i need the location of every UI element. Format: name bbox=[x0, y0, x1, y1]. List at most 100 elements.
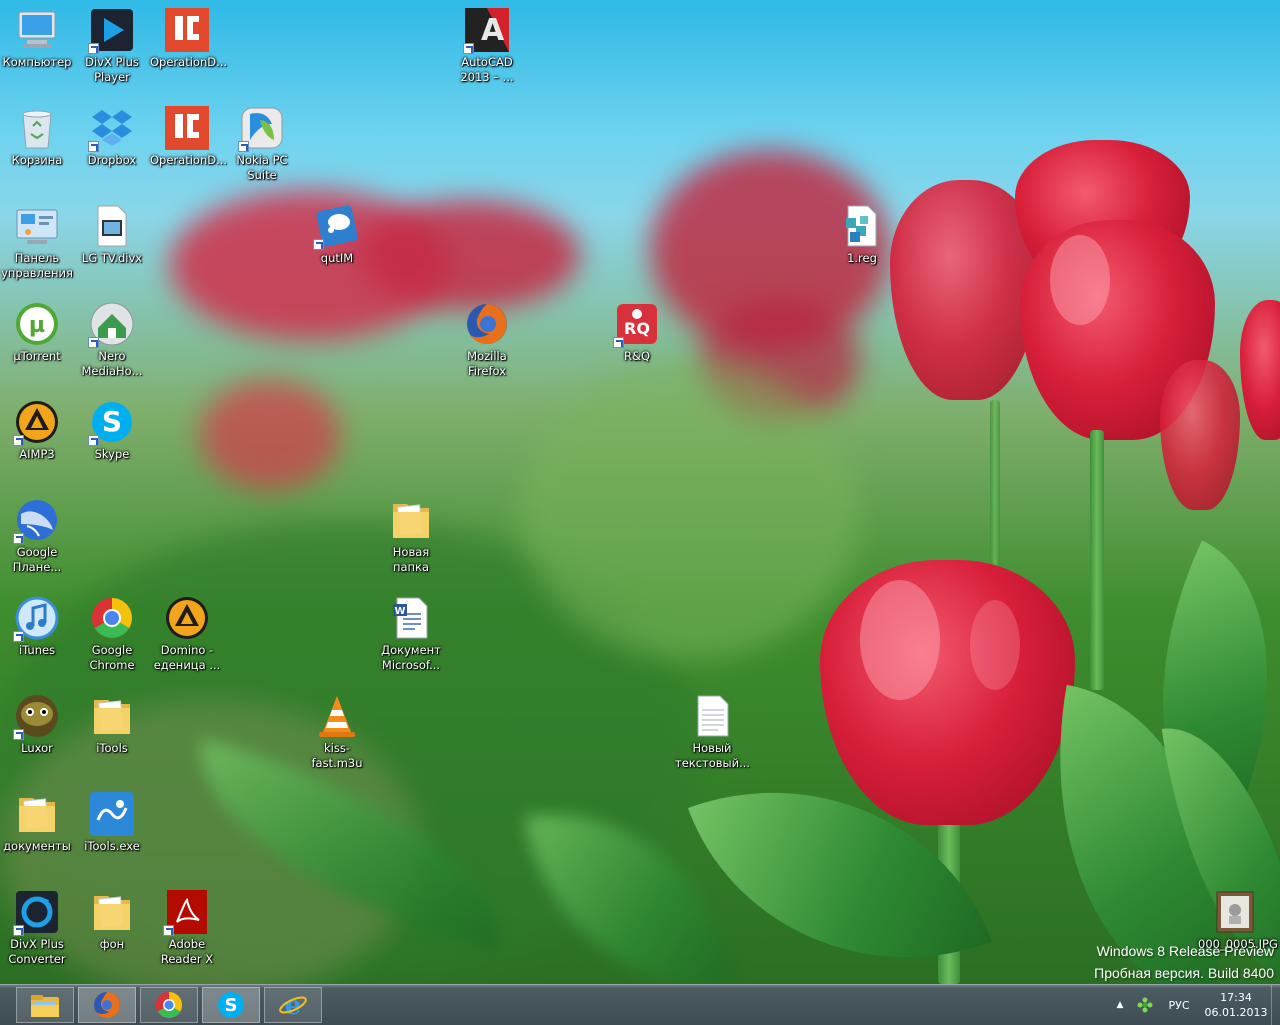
folder-icon bbox=[13, 790, 61, 838]
taskbar-internet-explorer-button[interactable]: e bbox=[264, 987, 322, 1023]
dropbox-icon bbox=[88, 104, 136, 152]
windows-watermark: Windows 8 Release Preview Пробная версия… bbox=[1094, 940, 1274, 984]
desktop-icon-itunes[interactable]: iTunes bbox=[0, 594, 74, 658]
desktop-icon-label: документы bbox=[3, 839, 71, 853]
desktop-icon-label: Google Плане... bbox=[12, 545, 62, 574]
desktop-icon-divx-player[interactable]: DivX Plus Player bbox=[75, 6, 149, 85]
show-hidden-icons-button[interactable]: ▲ bbox=[1107, 1000, 1133, 1010]
image-file-icon bbox=[1211, 888, 1259, 936]
desktop-icon-divx-converter[interactable]: DivX Plus Converter bbox=[0, 888, 74, 967]
skype-icon: S bbox=[88, 398, 136, 446]
desktop-icon-google-earth[interactable]: Google Плане... bbox=[0, 496, 74, 575]
desktop-icon-rq[interactable]: RQ R&Q bbox=[600, 300, 674, 364]
taskbar-skype-button[interactable]: S bbox=[202, 987, 260, 1023]
desktop-icon-qutim[interactable]: qutIM bbox=[300, 202, 374, 266]
desktop-wallpaper[interactable]: Компьютер DivX Plus Player OperationD... A A… bbox=[0, 0, 1280, 984]
desktop-icon-reg-file[interactable]: 1.reg bbox=[825, 202, 899, 266]
clock[interactable]: 17:34 06.01.2013 bbox=[1201, 990, 1271, 1020]
svg-text:S: S bbox=[225, 995, 238, 1016]
folder-icon bbox=[88, 692, 136, 740]
folder-icon bbox=[88, 888, 136, 936]
network-status-icon[interactable] bbox=[1133, 997, 1157, 1013]
firefox-icon bbox=[94, 992, 120, 1018]
desktop-icon-word-doc[interactable]: W Документ Microsof... bbox=[374, 594, 448, 673]
utorrent-icon: µ bbox=[13, 300, 61, 348]
desktop-icon-recycle-bin[interactable]: Корзина bbox=[0, 104, 74, 168]
desktop-icon-new-folder[interactable]: Новая папка bbox=[374, 496, 448, 575]
shortcut-arrow-icon bbox=[463, 43, 474, 54]
desktop-icon-documents[interactable]: документы bbox=[0, 790, 74, 854]
taskbar-chrome-button[interactable] bbox=[140, 987, 198, 1023]
file-explorer-icon bbox=[31, 995, 59, 1017]
desktop-icon-label: kiss-fast.m3u bbox=[311, 741, 363, 770]
system-tray: ▲ РУС 17:34 06.01.2013 bbox=[1107, 985, 1280, 1025]
desktop-icon-label: Nokia PC Suite bbox=[236, 153, 288, 182]
desktop-icon-label: LG TV.divx bbox=[81, 251, 143, 265]
taskbar[interactable]: S e ▲ РУС 17:34 06.01.2013 bbox=[0, 984, 1280, 1025]
registry-file-icon bbox=[838, 202, 886, 250]
wallpaper-stem bbox=[990, 400, 1000, 580]
clock-time: 17:34 bbox=[1220, 991, 1252, 1004]
desktop-icon-adobe-reader[interactable]: Adobe Reader X bbox=[150, 888, 224, 967]
input-language-indicator[interactable]: РУС bbox=[1157, 999, 1201, 1012]
desktop-icon-label: фон bbox=[99, 937, 125, 951]
aimp-icon bbox=[163, 594, 211, 642]
shortcut-arrow-icon bbox=[13, 729, 24, 740]
chrome-icon bbox=[88, 594, 136, 642]
desktop-icon-utorrent[interactable]: µ µTorrent bbox=[0, 300, 74, 364]
desktop-icon-label: qutIM bbox=[320, 251, 354, 265]
desktop-icon-itools-exe[interactable]: iTools.exe bbox=[75, 790, 149, 854]
desktop-icon-label: Dropbox bbox=[87, 153, 137, 167]
desktop-icon-label: Google Chrome bbox=[89, 643, 135, 672]
desktop-icon-label: DivX Plus Converter bbox=[8, 937, 66, 966]
desktop-icon-operationd-1[interactable]: OperationD... bbox=[150, 6, 228, 70]
desktop-icon-label: iTools bbox=[96, 741, 128, 755]
wallpaper-stem bbox=[1090, 430, 1104, 690]
desktop-icon-label: OperationD... bbox=[150, 153, 228, 167]
desktop-icon-label: OperationD... bbox=[150, 55, 228, 69]
desktop-icon-nokia-pc-suite[interactable]: Nokia PC Suite bbox=[225, 104, 299, 183]
svg-text:µ: µ bbox=[29, 313, 45, 338]
desktop-icon-aimp3[interactable]: AIMP3 bbox=[0, 398, 74, 462]
desktop-icon-label: Компьютер bbox=[2, 55, 72, 69]
word-document-icon: W bbox=[387, 594, 435, 642]
operationd-icon bbox=[163, 6, 211, 54]
desktop-icon-autocad[interactable]: A AutoCAD 2013 – ... bbox=[450, 6, 524, 85]
wallpaper-blur-foliage bbox=[520, 360, 860, 660]
desktop-icon-fon[interactable]: фон bbox=[75, 888, 149, 952]
internet-explorer-icon: e bbox=[279, 991, 307, 1020]
desktop-icon-lg-tv[interactable]: LG TV.divx bbox=[75, 202, 149, 266]
shortcut-arrow-icon bbox=[88, 43, 99, 54]
desktop-icon-dropbox[interactable]: Dropbox bbox=[75, 104, 149, 168]
desktop-icon-itools[interactable]: iTools bbox=[75, 692, 149, 756]
shortcut-arrow-icon bbox=[313, 239, 324, 250]
taskbar-explorer-button[interactable] bbox=[16, 987, 74, 1023]
wallpaper-main-tulip bbox=[820, 560, 1075, 825]
desktop-icon-label: Документ Microsof... bbox=[381, 643, 441, 672]
wallpaper-blur-tulips bbox=[200, 380, 340, 490]
desktop-icon-firefox[interactable]: Mozilla Firefox bbox=[450, 300, 524, 379]
svg-text:S: S bbox=[102, 405, 122, 438]
desktop-icon-label: Корзина bbox=[11, 153, 63, 167]
desktop-icon-nero[interactable]: Nero MediaHo... bbox=[75, 300, 149, 379]
desktop-icon-luxor[interactable]: Luxor bbox=[0, 692, 74, 756]
watermark-line-2: Пробная версия. Build 8400 bbox=[1094, 965, 1274, 981]
desktop-icon-operationd-2[interactable]: OperationD... bbox=[150, 104, 228, 168]
shortcut-arrow-icon bbox=[88, 337, 99, 348]
chrome-icon bbox=[155, 991, 183, 1019]
desktop-icon-label: AIMP3 bbox=[19, 447, 55, 461]
desktop-icon-computer[interactable]: Компьютер bbox=[0, 6, 74, 70]
desktop-icon-domino[interactable]: Domino - еденица ... bbox=[150, 594, 224, 673]
desktop-icon-chrome[interactable]: Google Chrome bbox=[75, 594, 149, 673]
desktop-icon-control-panel[interactable]: Панель управления bbox=[0, 202, 74, 281]
desktop-icon-kiss-fast[interactable]: kiss-fast.m3u bbox=[300, 692, 374, 771]
desktop-icon-text-file[interactable]: Новый текстовый... bbox=[675, 692, 750, 771]
text-file-icon bbox=[688, 692, 736, 740]
taskbar-firefox-button[interactable] bbox=[78, 987, 136, 1023]
svg-text:W: W bbox=[394, 606, 405, 617]
shortcut-arrow-icon bbox=[613, 337, 624, 348]
show-desktop-button[interactable] bbox=[1271, 985, 1280, 1025]
desktop-icon-skype[interactable]: S Skype bbox=[75, 398, 149, 462]
desktop-icon-label: Adobe Reader X bbox=[160, 937, 214, 966]
aimp-icon bbox=[13, 398, 61, 446]
